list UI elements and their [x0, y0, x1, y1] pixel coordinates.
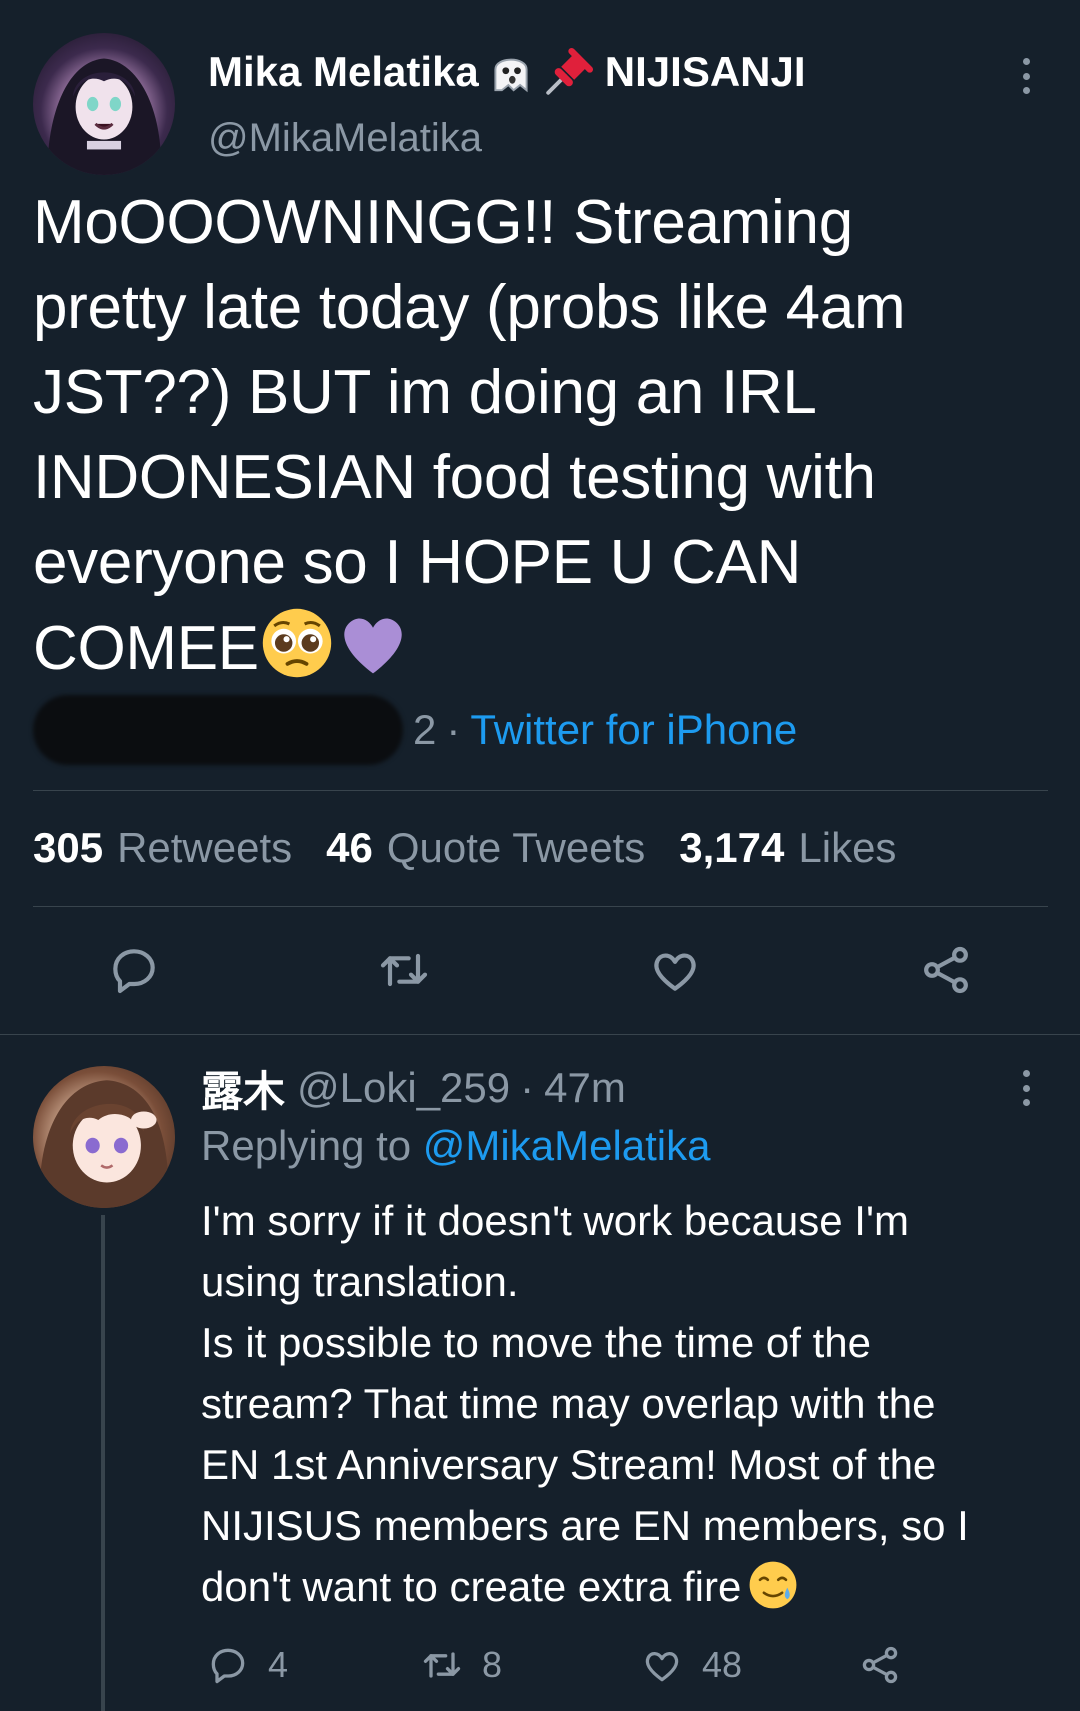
- retweets-stat[interactable]: 305 Retweets: [33, 824, 292, 872]
- likes-stat[interactable]: 3,174 Likes: [679, 824, 896, 872]
- reply-like-action[interactable]: 48: [640, 1640, 742, 1690]
- redacted-timestamp: [33, 695, 403, 765]
- main-tweet: Mika Melatika NIJISANJI @MikaMelatika Mo…: [0, 0, 1080, 1035]
- reply-text-line: I'm sorry if it doesn't work because I'm: [201, 1197, 909, 1244]
- pushpin-emoji: [543, 46, 595, 98]
- quote-tweets-label: Quote Tweets: [386, 824, 646, 871]
- likes-count: 3,174: [679, 824, 785, 871]
- like-icon[interactable]: [640, 1643, 684, 1687]
- reply-icon[interactable]: [206, 1643, 250, 1687]
- reply-author-avatar[interactable]: [33, 1066, 175, 1208]
- replying-to-label: Replying to: [201, 1122, 412, 1169]
- redacted-partial-digit: 2: [413, 706, 437, 753]
- tweet-text-line: JST??) BUT im doing an IRL: [33, 358, 817, 427]
- reply-timestamp[interactable]: 47m: [544, 1064, 626, 1112]
- purple-heart-emoji: [335, 605, 411, 681]
- retweet-icon[interactable]: [376, 942, 432, 998]
- reply-author-handle[interactable]: @Loki_259: [297, 1064, 510, 1112]
- retweets-count: 305: [33, 824, 104, 871]
- tweet-stats: 305 Retweets 46 Quote Tweets 3,174 Likes: [33, 818, 896, 878]
- tweet-text: MoOOOWNINGG!! Streaming pretty late toda…: [33, 180, 1053, 691]
- tweet-text-line: pretty late today (probs like 4am: [33, 273, 906, 342]
- tweet-text-last-line: COMEE: [33, 605, 1053, 691]
- avatar-image: [47, 58, 162, 175]
- reply-text-line: using translation.: [201, 1258, 519, 1305]
- retweet-count: 8: [482, 1644, 503, 1685]
- tweet-source-link[interactable]: Twitter for iPhone: [470, 706, 797, 754]
- reply-text-last-line: don't want to create extra fire: [201, 1556, 1061, 1617]
- tweet-text-line: MoOOOWNINGG!! Streaming: [33, 188, 853, 257]
- tweet-text-line: INDONESIAN food testing with: [33, 443, 876, 512]
- tweet-text-line: everyone so I HOPE U CAN: [33, 528, 802, 597]
- author-name-row[interactable]: Mika Melatika NIJISANJI: [208, 44, 806, 100]
- reply-reply-action[interactable]: 4: [206, 1640, 288, 1690]
- share-icon[interactable]: [858, 1643, 902, 1687]
- tweet-text-line: COMEE: [33, 614, 259, 683]
- reply-header: 露木 @Loki_259 · 47m: [201, 1058, 626, 1118]
- divider: [33, 906, 1048, 907]
- reply-text-line: NIJISUS members are EN members, so I: [201, 1502, 969, 1549]
- retweets-label: Retweets: [117, 824, 293, 871]
- author-display-name[interactable]: Mika Melatika: [208, 48, 479, 96]
- reply-more-options-icon[interactable]: [1012, 1070, 1040, 1106]
- reply-share-action[interactable]: [858, 1640, 902, 1690]
- ghost-emoji: [485, 46, 537, 98]
- reply-text-line: stream? That time may overlap with the: [201, 1380, 936, 1427]
- like-count: 48: [702, 1644, 743, 1685]
- reply-icon[interactable]: [106, 942, 162, 998]
- replying-to-mention[interactable]: @MikaMelatika: [423, 1122, 711, 1169]
- replying-to: Replying to @MikaMelatika: [201, 1122, 711, 1170]
- reply-author-name[interactable]: 露木: [201, 1058, 285, 1119]
- smiling-face-with-tear-emoji: [747, 1559, 799, 1611]
- reply-text: I'm sorry if it doesn't work because I'm…: [201, 1190, 1061, 1617]
- reply-separator: ·: [520, 1064, 535, 1111]
- reply-text-line: don't want to create extra fire: [201, 1563, 742, 1610]
- likes-label: Likes: [798, 824, 897, 871]
- author-handle[interactable]: @MikaMelatika: [208, 116, 482, 161]
- meta-separator: ·: [446, 706, 461, 753]
- quote-tweets-count: 46: [326, 824, 373, 871]
- avatar-image: [39, 1080, 169, 1208]
- divider: [33, 790, 1048, 791]
- tweet-meta: 2 · Twitter for iPhone: [33, 695, 797, 765]
- quote-tweets-stat[interactable]: 46 Quote Tweets: [326, 824, 645, 872]
- reply-text-line: EN 1st Anniversary Stream! Most of the: [201, 1441, 937, 1488]
- pleading-face-emoji: [259, 605, 335, 681]
- share-icon[interactable]: [918, 942, 974, 998]
- author-affiliation: NIJISANJI: [604, 48, 806, 95]
- like-icon[interactable]: [647, 942, 703, 998]
- reply-text-line: Is it possible to move the time of the: [201, 1319, 871, 1366]
- thread-line: [101, 1215, 105, 1711]
- author-avatar[interactable]: [33, 33, 175, 175]
- more-options-icon[interactable]: [1012, 58, 1040, 94]
- reply-count: 4: [268, 1644, 289, 1685]
- retweet-icon[interactable]: [420, 1643, 464, 1687]
- reply-retweet-action[interactable]: 8: [420, 1640, 502, 1690]
